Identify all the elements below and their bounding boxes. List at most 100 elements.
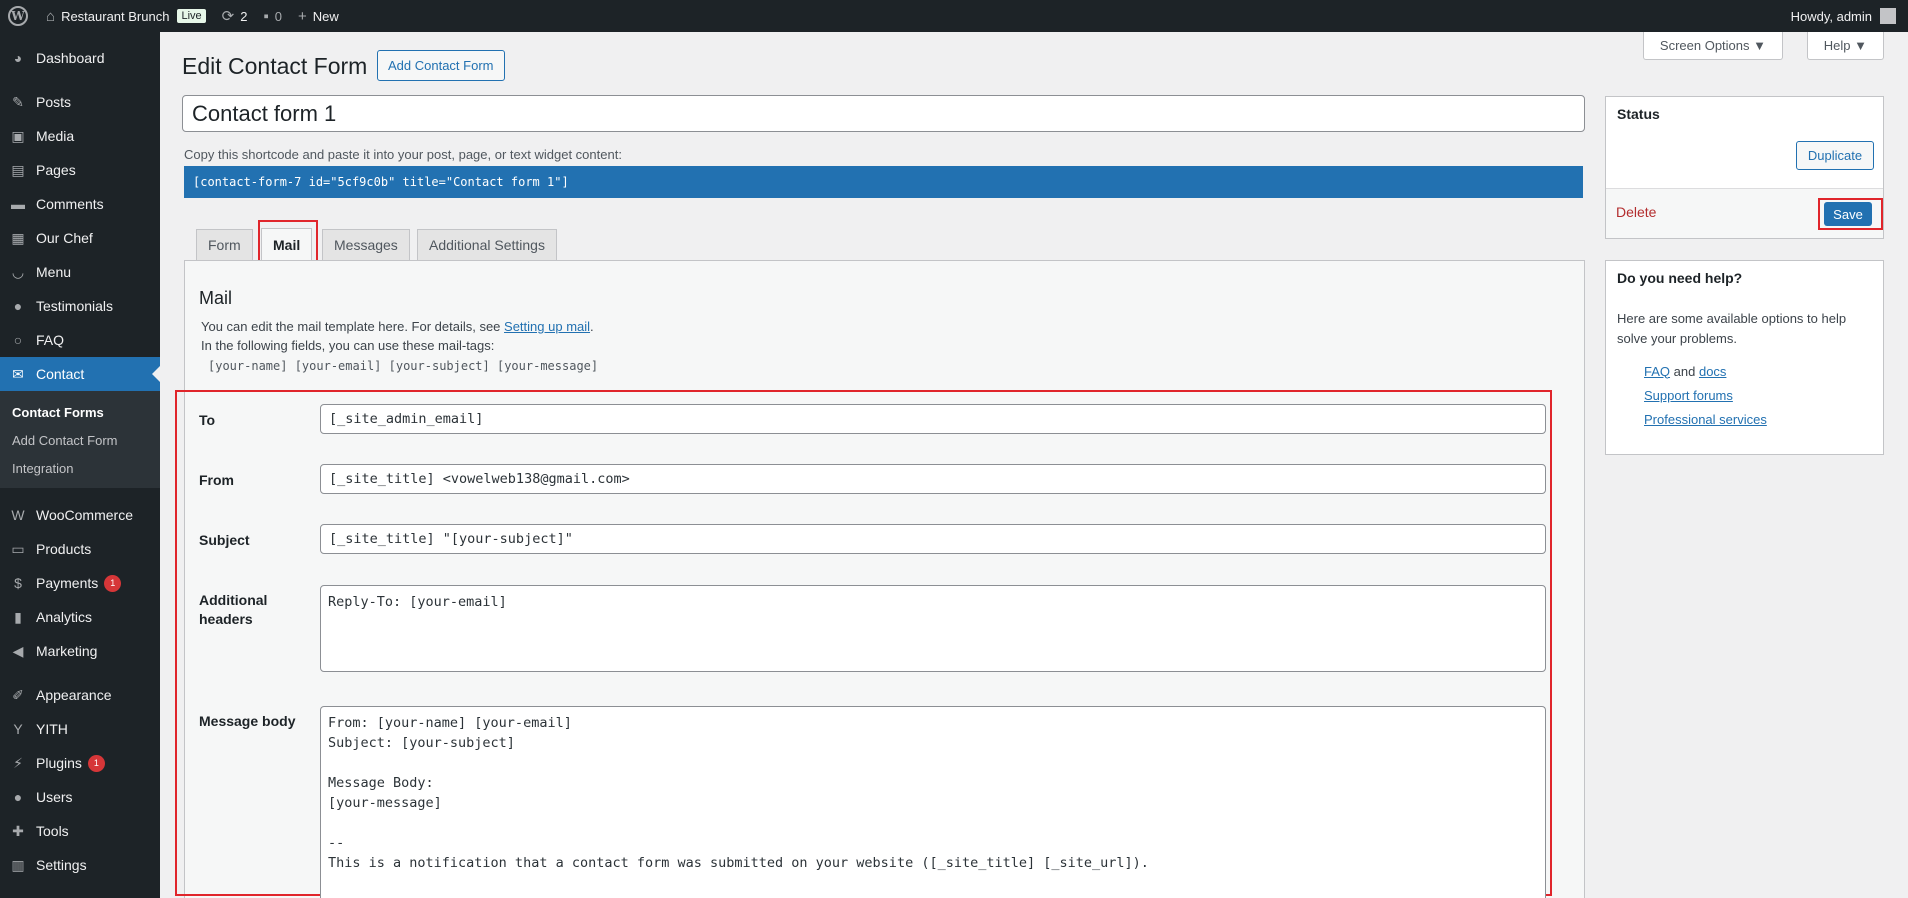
professional-services-link[interactable]: Professional services — [1644, 412, 1767, 427]
sidebar-item-media[interactable]: ▣ Media — [0, 119, 160, 153]
delete-link[interactable]: Delete — [1616, 204, 1656, 220]
payments-badge: 1 — [104, 574, 122, 592]
sidebar-item-menu[interactable]: ◡ Menu — [0, 255, 160, 289]
new-content-link[interactable]: + New — [290, 0, 347, 32]
and-text: and — [1673, 363, 1696, 379]
my-account-link[interactable]: Howdy, admin — [1791, 0, 1896, 32]
sidebar-item-label: FAQ — [36, 332, 65, 348]
page-icon: ▤ — [11, 161, 25, 178]
sidebar-item-users[interactable]: ● Users — [0, 780, 160, 814]
tab-additional-settings[interactable]: Additional Settings — [417, 229, 557, 260]
tab-messages[interactable]: Messages — [322, 229, 410, 260]
shortcode-field[interactable]: [contact-form-7 id="5cf9c0b" title="Cont… — [184, 166, 1583, 198]
smile-icon: ◡ — [11, 263, 25, 280]
additional-headers-field[interactable]: Reply-To: [your-email] — [320, 585, 1546, 672]
sidebar-item-comments[interactable]: ▬ Comments — [0, 187, 160, 221]
help-list-item: Support forums — [1644, 383, 1767, 407]
subject-label: Subject — [199, 532, 250, 548]
sidebar-item-label: Appearance — [36, 687, 112, 703]
sidebar-item-pages[interactable]: ▤ Pages — [0, 153, 160, 187]
sidebar-item-woocommerce[interactable]: W WooCommerce — [0, 498, 160, 532]
sidebar-item-label: Users — [36, 789, 73, 805]
submenu-contact-forms[interactable]: Contact Forms — [0, 398, 160, 426]
additional-headers-label: Additional headers — [199, 591, 267, 629]
plus-icon: + — [298, 7, 307, 25]
sidebar-item-plugins[interactable]: ⚡ Plugins 1 — [0, 746, 160, 780]
updates-count: 2 — [240, 8, 248, 24]
plugins-badge: 1 — [87, 754, 105, 772]
dashboard-icon: ◕ — [13, 50, 23, 66]
sidebar-item-label: Our Chef — [36, 230, 93, 246]
sidebar-item-label: Dashboard — [36, 50, 105, 66]
screen-options-button[interactable]: Screen Options ▼ — [1642, 32, 1783, 60]
howdy-text: Howdy, admin — [1790, 8, 1872, 24]
help-list: FAQ and docs Support forums Professional… — [1644, 359, 1767, 431]
to-field[interactable]: [_site_admin_email] — [320, 404, 1546, 434]
add-contact-form-button[interactable]: Add Contact Form — [377, 50, 505, 81]
sidebar-item-our-chef[interactable]: ▦ Our Chef — [0, 221, 160, 255]
avatar — [1880, 8, 1896, 24]
mail-tags-list: [your-name] [your-email] [your-subject] … — [208, 359, 599, 373]
comments-link[interactable]: ▪ 0 — [255, 0, 290, 32]
sidebar-item-label: Testimonials — [36, 298, 114, 314]
message-body-field[interactable]: From: [your-name] [your-email] Subject: … — [320, 706, 1546, 898]
updates-link[interactable]: ⟳ 2 — [214, 0, 256, 32]
plugin-icon: ⚡ — [13, 754, 23, 771]
updates-icon: ⟳ — [221, 8, 235, 25]
help-box: Do you need help? Here are some availabl… — [1605, 260, 1884, 455]
megaphone-icon: ◀ — [12, 642, 24, 659]
sidebar-item-label: Products — [36, 541, 92, 557]
support-forums-link[interactable]: Support forums — [1644, 388, 1733, 403]
user-icon: ● — [13, 298, 23, 314]
submenu-add-contact-form[interactable]: Add Contact Form — [0, 426, 160, 454]
setting-up-mail-link[interactable]: Setting up mail — [504, 319, 590, 334]
mail-desc-prefix: You can edit the mail template here. For… — [201, 319, 505, 334]
sidebar-item-contact[interactable]: ✉ Contact — [0, 357, 160, 391]
subject-field[interactable]: [_site_title] "[your-subject]" — [320, 524, 1546, 554]
sidebar-item-appearance[interactable]: ✐ Appearance — [0, 678, 160, 712]
docs-link[interactable]: docs — [1699, 364, 1726, 379]
sidebar-item-payments[interactable]: $ Payments 1 — [0, 566, 160, 600]
brush-icon: ✐ — [12, 686, 24, 703]
admin-bar: W ⌂ Restaurant Brunch Live ⟳ 2 ▪ 0 + New… — [0, 0, 1908, 32]
sidebar-item-label: Marketing — [36, 643, 98, 659]
sidebar-item-tools[interactable]: ✚ Tools — [0, 814, 160, 848]
sidebar-item-label: Pages — [36, 162, 76, 178]
sidebar-item-posts[interactable]: ✎ Posts — [0, 85, 160, 119]
media-icon: ▣ — [11, 127, 25, 144]
form-title-input[interactable]: Contact form 1 — [182, 95, 1585, 132]
save-button[interactable]: Save — [1824, 202, 1872, 226]
to-label: To — [199, 412, 216, 428]
site-name: Restaurant Brunch — [61, 8, 170, 24]
sidebar-item-label: Contact — [36, 366, 85, 382]
sidebar-item-yith[interactable]: Y YITH — [0, 712, 160, 746]
sidebar-item-analytics[interactable]: ▮ Analytics — [0, 600, 160, 634]
users-icon: ● — [13, 789, 23, 805]
faq-link[interactable]: FAQ — [1644, 364, 1670, 379]
sidebar-item-marketing[interactable]: ◀ Marketing — [0, 634, 160, 668]
sidebar-item-settings[interactable]: ▥ Settings — [0, 848, 160, 882]
help-list-item: Professional services — [1644, 407, 1767, 431]
admin-sidebar: ◕ Dashboard ✎ Posts ▣ Media ▤ Pages ▬ Comment… — [0, 32, 160, 898]
sidebar-item-faq[interactable]: ○ FAQ — [0, 323, 160, 357]
sidebar-item-label: Plugins — [36, 755, 82, 771]
help-button[interactable]: Help ▼ — [1806, 32, 1884, 60]
wordpress-logo-icon[interactable]: W — [8, 6, 28, 26]
tab-mail[interactable]: Mail — [261, 228, 313, 261]
yith-icon: Y — [13, 721, 23, 737]
from-label: From — [199, 472, 234, 488]
sidebar-item-dashboard[interactable]: ◕ Dashboard — [0, 41, 160, 75]
sidebar-item-products[interactable]: ▭ Products — [0, 532, 160, 566]
from-field[interactable]: [_site_title] <vowelweb138@gmail.com> — [320, 464, 1546, 494]
submenu-integration[interactable]: Integration — [0, 454, 160, 482]
sidebar-item-label: Payments — [36, 575, 99, 591]
duplicate-button[interactable]: Duplicate — [1796, 141, 1874, 170]
sidebar-item-testimonials[interactable]: ● Testimonials — [0, 289, 160, 323]
mail-tags-description: In the following fields, you can use the… — [201, 338, 495, 353]
wrench-icon: ✚ — [12, 822, 24, 839]
help-list-item: FAQ and docs — [1644, 359, 1767, 383]
tab-form[interactable]: Form — [196, 229, 253, 260]
new-label: New — [312, 8, 339, 24]
site-name-link[interactable]: ⌂ Restaurant Brunch Live — [38, 0, 214, 32]
archive-icon: ▭ — [11, 540, 25, 557]
